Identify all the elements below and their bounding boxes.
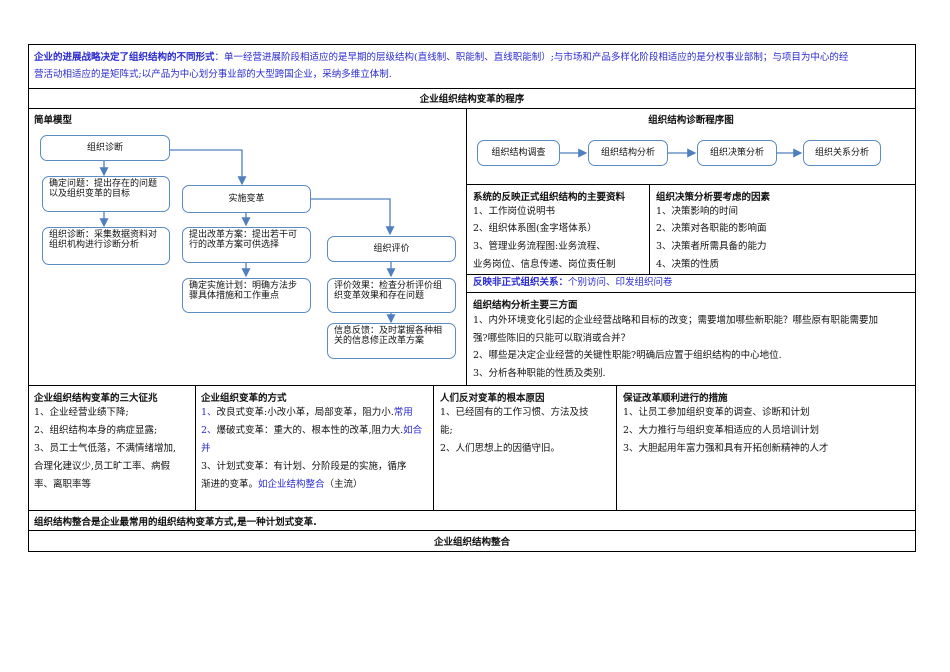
- method-2-num: 2、: [201, 425, 217, 436]
- informal-relations: 反映非正式组织关系：个别访问、印发组织问卷: [473, 277, 673, 289]
- informal-text: 个别访问、印发组织问卷: [568, 277, 673, 288]
- flow-box-implement: 实施变革: [182, 185, 311, 213]
- signs-line-3: 3、员工士气低落，不满情绪增加,: [34, 443, 177, 454]
- method-1-text: 改良式变革:小改小革，局部变革，阻力小.: [216, 407, 394, 418]
- diag-step-survey: 组织结构调查: [477, 140, 560, 166]
- aspect-line-3: 2、哪些是决定企业经营的关键性职能?明确后应置于组织结构的中心地位.: [473, 350, 782, 361]
- decision-item-4: 4、决策的性质: [656, 259, 720, 270]
- flow-box-evaluate: 组织评价: [327, 236, 456, 262]
- methods-title: 企业组织变革的方式: [201, 393, 287, 404]
- aspect-line-2: 强?哪些陈旧的只能可以取消或合并？: [473, 333, 631, 344]
- measures-title: 保证改革顺利进行的措施: [623, 393, 728, 404]
- method-2: 2、爆破式变革：重大的、根本性的改革,阻力大.如合并: [201, 422, 429, 458]
- formal-item-2: 2、组织体系图(金字塔体系）: [473, 223, 597, 234]
- flow-box-feedback: 信息反馈：及时掌握各种相关的信息修正改革方案: [327, 323, 456, 359]
- decision-item-3: 3、决策者所需具备的能力: [656, 241, 767, 252]
- formal-item-3: 3、管理业务流程图:业务流程、: [473, 241, 606, 252]
- informal-label: 反映非正式组织关系：: [473, 277, 569, 288]
- method-3a: 3、计划式变革：有计划、分阶段是的实施，循序: [201, 461, 407, 472]
- flow-box-plan: 确定实施计划：明确方法步骤具体措施和工作重点: [182, 278, 311, 313]
- decision-item-1: 1、决策影响的时间: [656, 206, 739, 217]
- aspect-line-4: 3、分析各种职能的性质及类别.: [473, 368, 606, 379]
- signs-line-2: 2、组织结构本身的病症显露;: [34, 425, 158, 436]
- formal-item-4: 业务岗位、信息传递、岗位责任制: [473, 259, 616, 270]
- resistance-line-1: 1、已经固有的工作习惯、方法及技: [440, 407, 589, 418]
- measures-line-3: 3、大胆起用年富力强和具有开拓创新精神的人才: [623, 443, 829, 454]
- flow-box-propose: 提出改革方案：提出若干可行的改革方案可供选择: [182, 227, 311, 263]
- method-3-note: 如企业结构整合: [258, 479, 325, 490]
- diag-step-structure: 组织结构分析: [588, 140, 668, 166]
- signs-line-1: 1、企业经营业绩下降;: [34, 407, 129, 418]
- signs-line-4: 合理化建议少,员工旷工率、病假: [34, 461, 171, 472]
- method-1-note: 常用: [393, 407, 413, 418]
- method-3-text: 渐进的变革。: [201, 479, 259, 490]
- decision-factors-title: 组织决策分析要考虑的因素: [656, 192, 771, 203]
- three-aspects-title: 组织结构分析主要三方面: [473, 300, 578, 311]
- decision-item-2: 2、决策对各职能的影响面: [656, 223, 767, 234]
- measures-line-2: 2、大力推行与组织变革相适应的人员培训计划: [623, 425, 820, 436]
- formal-materials-title: 系统的反映正式组织结构的主要资料: [473, 192, 626, 203]
- diagnosis-title: 组织结构诊断程序图: [648, 115, 734, 126]
- flow-box-collect: 组织诊断：采集数据资料对组织机构进行诊断分析: [42, 227, 170, 265]
- resistance-line-2: 能;: [440, 425, 453, 436]
- signs-line-5: 率、离职率等: [34, 479, 92, 490]
- measures-line-1: 1、让员工参加组织变革的调查、诊断和计划: [623, 407, 810, 418]
- method-3b: 渐进的变革。如企业结构整合（主流）: [201, 476, 363, 494]
- diag-step-decision: 组织决策分析: [697, 140, 777, 166]
- method-1-num: 1、: [201, 407, 217, 418]
- method-1: 1、改良式变革:小改小革，局部变革，阻力小.常用: [201, 404, 413, 422]
- aspect-line-1: 1、内外环境变化引起的企业经营战略和目标的改变；需要增加哪些新职能？哪些原有职能…: [473, 315, 879, 326]
- resistance-title: 人们反对变革的根本原因: [440, 393, 545, 404]
- signs-title: 企业组织结构变革的三大征兆: [34, 393, 158, 404]
- integration-title: 企业组织结构整合: [433, 537, 510, 548]
- method-3-tail: （主流）: [324, 479, 363, 490]
- integration-note: 组织结构整合是企业最常用的组织结构变革方式,是一种计划式变革.: [34, 517, 317, 528]
- flow-box-effect: 评价效果：检查分析评价组织变革效果和存在问题: [327, 278, 456, 313]
- formal-item-1: 1、工作岗位说明书: [473, 206, 556, 217]
- method-2-text: 爆破式变革：重大的、根本性的改革,阻力大.: [216, 425, 404, 436]
- diag-step-relation: 组织关系分析: [803, 140, 881, 166]
- flow-box-problem: 确定问题：提出存在的问题以及组织变革的目标: [42, 176, 170, 212]
- flow-box-diagnose: 组织诊断: [40, 135, 170, 161]
- resistance-line-3: 2、人们思想上的因循守旧。: [440, 443, 561, 454]
